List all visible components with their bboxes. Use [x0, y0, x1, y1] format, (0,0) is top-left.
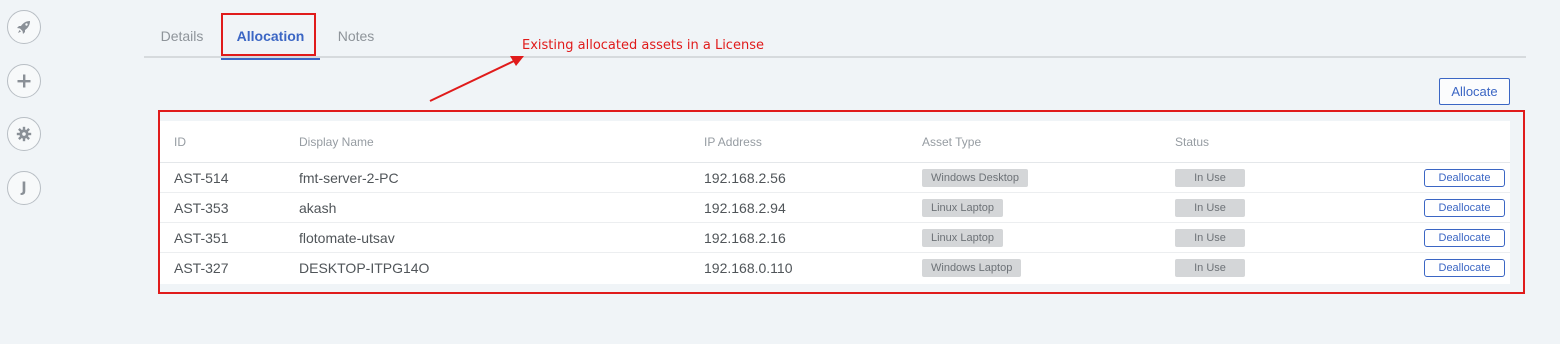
cell-ip-address: 192.168.2.56 [704, 170, 786, 186]
cell-id: AST-327 [174, 260, 229, 276]
table-row: AST-327 DESKTOP-ITPG14O 192.168.0.110 Wi… [160, 253, 1510, 283]
table-row: AST-353 akash 192.168.2.94 Linux Laptop … [160, 193, 1510, 223]
status-badge: In Use [1175, 169, 1245, 187]
status-badge: In Use [1175, 229, 1245, 247]
table-row: AST-514 fmt-server-2-PC 192.168.2.56 Win… [160, 163, 1510, 193]
cell-asset-type: Windows Laptop [922, 253, 1022, 283]
cell-status: In Use [1175, 223, 1245, 253]
cell-asset-type: Windows Desktop [922, 163, 1029, 193]
tab-notes-label: Notes [337, 28, 375, 44]
deallocate-button[interactable]: Deallocate [1424, 259, 1505, 277]
deallocate-button[interactable]: Deallocate [1424, 169, 1505, 187]
left-rail: J [0, 0, 48, 344]
asset-type-badge: Windows Desktop [922, 169, 1029, 187]
status-badge: In Use [1175, 259, 1245, 277]
cell-display-name[interactable]: fmt-server-2-PC [299, 163, 399, 193]
tab-details-label: Details [160, 28, 204, 44]
gear-icon[interactable] [7, 117, 41, 151]
j-icon[interactable]: J [7, 171, 41, 205]
rocket-icon[interactable] [7, 10, 41, 44]
cell-ip-address: 192.168.0.110 [704, 260, 793, 276]
cell-id: AST-351 [174, 230, 229, 246]
column-header-id[interactable]: ID [174, 121, 186, 163]
cell-ip-address: 192.168.2.94 [704, 200, 786, 216]
deallocate-button[interactable]: Deallocate [1424, 199, 1505, 217]
cell-display-name[interactable]: akash [299, 193, 336, 223]
asset-type-badge: Linux Laptop [922, 199, 1003, 217]
cell-id: AST-514 [174, 170, 229, 186]
cell-display-name[interactable]: DESKTOP-ITPG14O [299, 253, 429, 283]
asset-type-badge: Windows Laptop [922, 259, 1022, 277]
asset-type-badge: Linux Laptop [922, 229, 1003, 247]
j-icon-letter: J [21, 180, 27, 196]
cell-display-name[interactable]: flotomate-utsav [299, 223, 395, 253]
table-header: ID Display Name IP Address Asset Type St… [160, 121, 1510, 163]
cell-status: In Use [1175, 253, 1245, 283]
plus-icon[interactable] [7, 64, 41, 98]
cell-id: AST-353 [174, 200, 229, 216]
column-header-ip-address[interactable]: IP Address [704, 121, 762, 163]
allocation-table: ID Display Name IP Address Asset Type St… [160, 121, 1510, 284]
annotation-text: Existing allocated assets in a License [522, 38, 764, 53]
tab-allocation[interactable]: Allocation [221, 14, 320, 60]
tab-bar: Details Allocation Notes [144, 14, 1526, 60]
tab-allocation-label: Allocation [236, 28, 305, 44]
cell-asset-type: Linux Laptop [922, 223, 1003, 253]
allocate-button[interactable]: Allocate [1439, 78, 1510, 105]
cell-status: In Use [1175, 163, 1245, 193]
tab-details[interactable]: Details [158, 14, 206, 58]
cell-asset-type: Linux Laptop [922, 193, 1003, 223]
column-header-display-name[interactable]: Display Name [299, 121, 374, 163]
cell-ip-address: 192.168.2.16 [704, 230, 786, 246]
cell-status: In Use [1175, 193, 1245, 223]
deallocate-button[interactable]: Deallocate [1424, 229, 1505, 247]
status-badge: In Use [1175, 199, 1245, 217]
tab-notes[interactable]: Notes [334, 14, 378, 58]
column-header-asset-type[interactable]: Asset Type [922, 121, 981, 163]
column-header-status[interactable]: Status [1175, 121, 1209, 163]
table-row: AST-351 flotomate-utsav 192.168.2.16 Lin… [160, 223, 1510, 253]
